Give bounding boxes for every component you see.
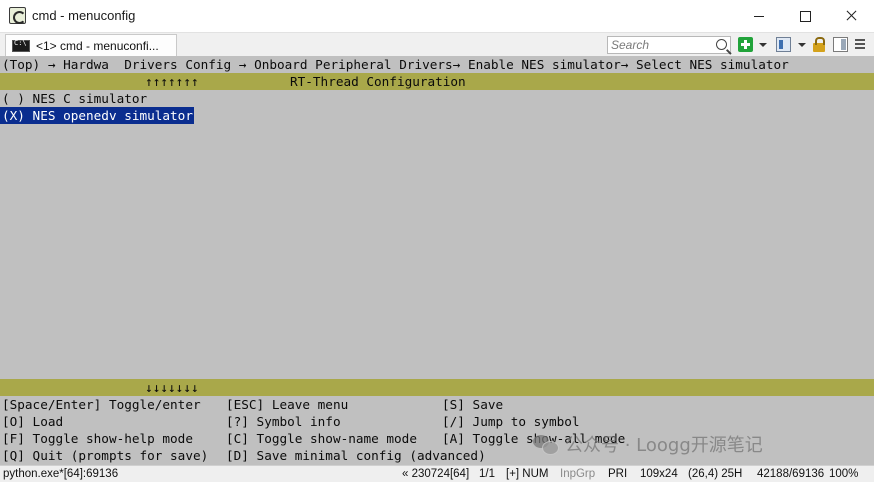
help-quit: [Q] Quit (prompts for save): [2, 448, 209, 463]
cmd-icon: [12, 39, 30, 52]
status-bar: python.exe*[64]:69136 « 230724[64] 1/1 […: [0, 465, 874, 482]
status-process: python.exe*[64]:69136: [3, 468, 119, 480]
menu-icon[interactable]: [853, 37, 867, 52]
search-box[interactable]: [607, 36, 731, 54]
status-pid: 42188/69136: [757, 468, 825, 480]
window-title: cmd - menuconfig: [32, 8, 136, 23]
footer-bar: ↓↓↓↓↓↓↓: [0, 379, 874, 396]
help-show-name-mode: [C] Toggle show-name mode: [226, 431, 417, 446]
conemu-icon: [9, 7, 26, 24]
help-jump-to-symbol: [/] Jump to symbol: [442, 414, 580, 429]
status-flags: [+] NUM: [506, 468, 549, 480]
close-button[interactable]: [828, 0, 874, 32]
wechat-icon: [533, 434, 559, 455]
menu-title: RT-Thread Configuration: [290, 74, 466, 89]
search-icon[interactable]: [716, 39, 727, 50]
help-show-help-mode: [F] Toggle show-help mode: [2, 431, 193, 446]
help-load: [O] Load: [2, 414, 64, 429]
watermark-text: 公众号 · Loogg开源笔记: [565, 435, 763, 456]
view-icon[interactable]: [776, 37, 791, 52]
help-save: [S] Save: [442, 397, 504, 412]
status-cursor: (26,4) 25H: [688, 468, 743, 480]
toolbar: <1> cmd - menuconfi...: [0, 32, 874, 56]
search-input[interactable]: [608, 37, 712, 53]
help-save-minimal-config: [D] Save minimal config (advanced): [226, 448, 486, 463]
status-build: « 230724[64]: [402, 468, 470, 480]
tab-label: <1> cmd - menuconfi...: [36, 38, 159, 53]
add-console-icon[interactable]: [738, 37, 753, 52]
chevron-down-icon[interactable]: [759, 43, 767, 47]
maximize-button[interactable]: [782, 0, 828, 32]
help-toggle-enter: [Space/Enter] Toggle/enter: [2, 397, 201, 412]
help-leave-menu: [ESC] Leave menu: [226, 397, 349, 412]
scroll-down-indicator: ↓↓↓↓↓↓↓: [145, 380, 199, 395]
minimize-button[interactable]: [736, 0, 782, 32]
chevron-down-icon[interactable]: [798, 43, 806, 47]
watermark: 公众号 · Loogg开源笔记: [533, 432, 763, 456]
status-pri: PRI: [608, 468, 628, 480]
status-page: 1/1: [479, 468, 495, 480]
status-zoom: 100%: [829, 468, 859, 480]
option-nes-openedv-simulator[interactable]: (X) NES openedv simulator: [0, 107, 194, 124]
option-nes-c-simulator[interactable]: ( ) NES C simulator: [0, 90, 147, 107]
console-area[interactable]: (Top) → Hardwa Drivers Config → Onboard …: [0, 56, 874, 465]
title-bar: cmd - menuconfig: [0, 0, 874, 32]
console-tab[interactable]: <1> cmd - menuconfi...: [5, 34, 177, 56]
status-inpgrp: InpGrp: [560, 468, 596, 480]
header-bar: ↑↑↑↑↑↑↑ RT-Thread Configuration: [0, 73, 874, 90]
status-size: 109x24: [640, 468, 678, 480]
scroll-up-indicator: ↑↑↑↑↑↑↑: [145, 74, 199, 89]
help-symbol-info: [?] Symbol info: [226, 414, 341, 429]
breadcrumb: (Top) → Hardwa Drivers Config → Onboard …: [2, 57, 789, 72]
panel-icon[interactable]: [833, 37, 848, 52]
lock-icon[interactable]: [813, 37, 825, 52]
